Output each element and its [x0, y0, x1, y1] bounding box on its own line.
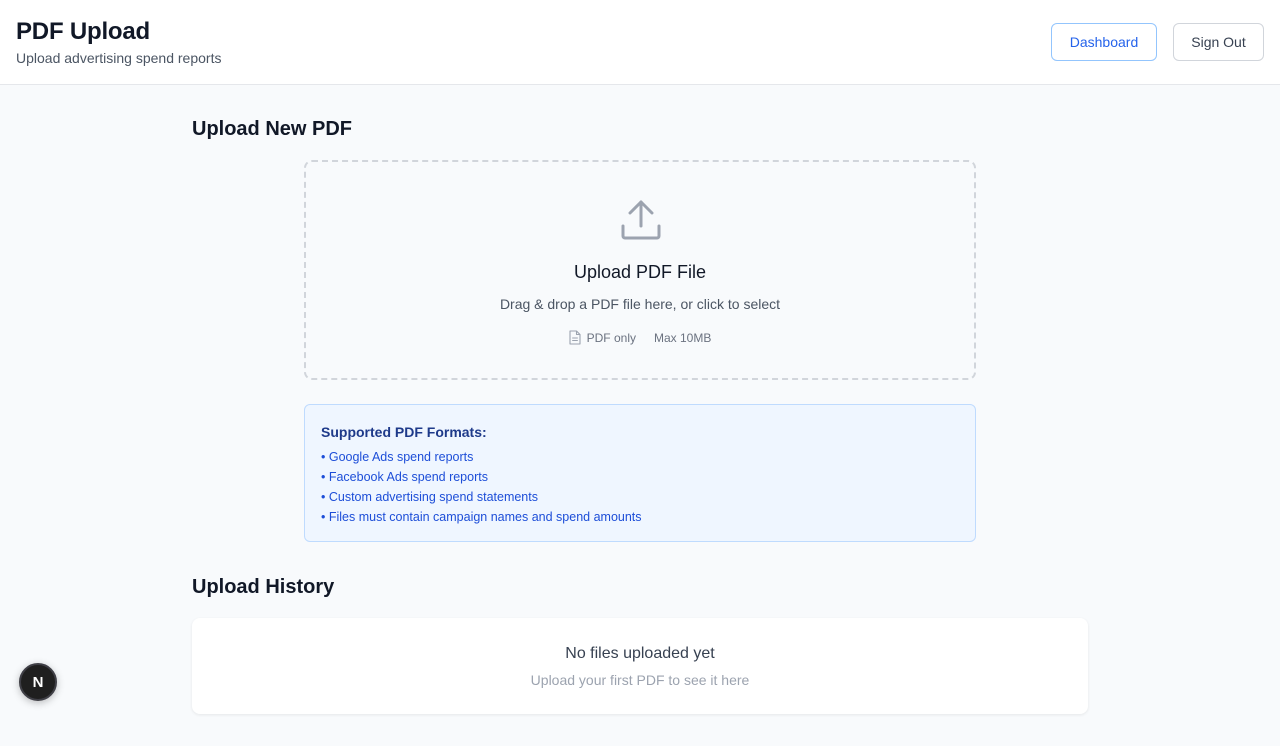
list-item: • Custom advertising spend statements: [321, 490, 538, 504]
upload-icon: [621, 200, 661, 240]
list-item: • Files must contain campaign names and …: [321, 510, 642, 524]
list-item: • Google Ads spend reports: [321, 450, 474, 464]
dashboard-button[interactable]: Dashboard: [1051, 23, 1157, 61]
pdf-dropzone[interactable]: Upload PDF File Drag & drop a PDF file h…: [304, 160, 976, 380]
file-type-label: PDF only: [586, 330, 636, 345]
upload-section-title: Upload New PDF: [192, 118, 353, 140]
supported-formats-list: • Google Ads spend reports • Facebook Ad…: [321, 449, 642, 529]
upload-history-card: No files uploaded yet Upload your first …: [192, 618, 1088, 714]
app-header: PDF Upload Upload advertising spend repo…: [0, 0, 1280, 85]
document-icon: [569, 330, 581, 345]
page-title: PDF Upload: [16, 18, 150, 45]
supported-formats-title: Supported PDF Formats:: [321, 424, 487, 440]
sign-out-button[interactable]: Sign Out: [1173, 23, 1264, 61]
dropzone-file-requirements: PDF only Max 10MB: [306, 330, 974, 345]
page-subtitle: Upload advertising spend reports: [16, 50, 222, 66]
dropzone-title: Upload PDF File: [573, 262, 707, 282]
supported-formats-panel: Supported PDF Formats: • Google Ads spen…: [304, 404, 976, 542]
history-section-title: Upload History: [192, 576, 335, 598]
empty-state-title: No files uploaded yet: [565, 645, 715, 662]
empty-state-subtitle: Upload your first PDF to see it here: [530, 672, 750, 688]
max-size-label: Max 10MB: [654, 330, 712, 345]
dropzone-instructions: Drag & drop a PDF file here, or click to…: [499, 296, 781, 312]
nextjs-icon[interactable]: N: [19, 663, 57, 701]
list-item: • Facebook Ads spend reports: [321, 470, 488, 484]
